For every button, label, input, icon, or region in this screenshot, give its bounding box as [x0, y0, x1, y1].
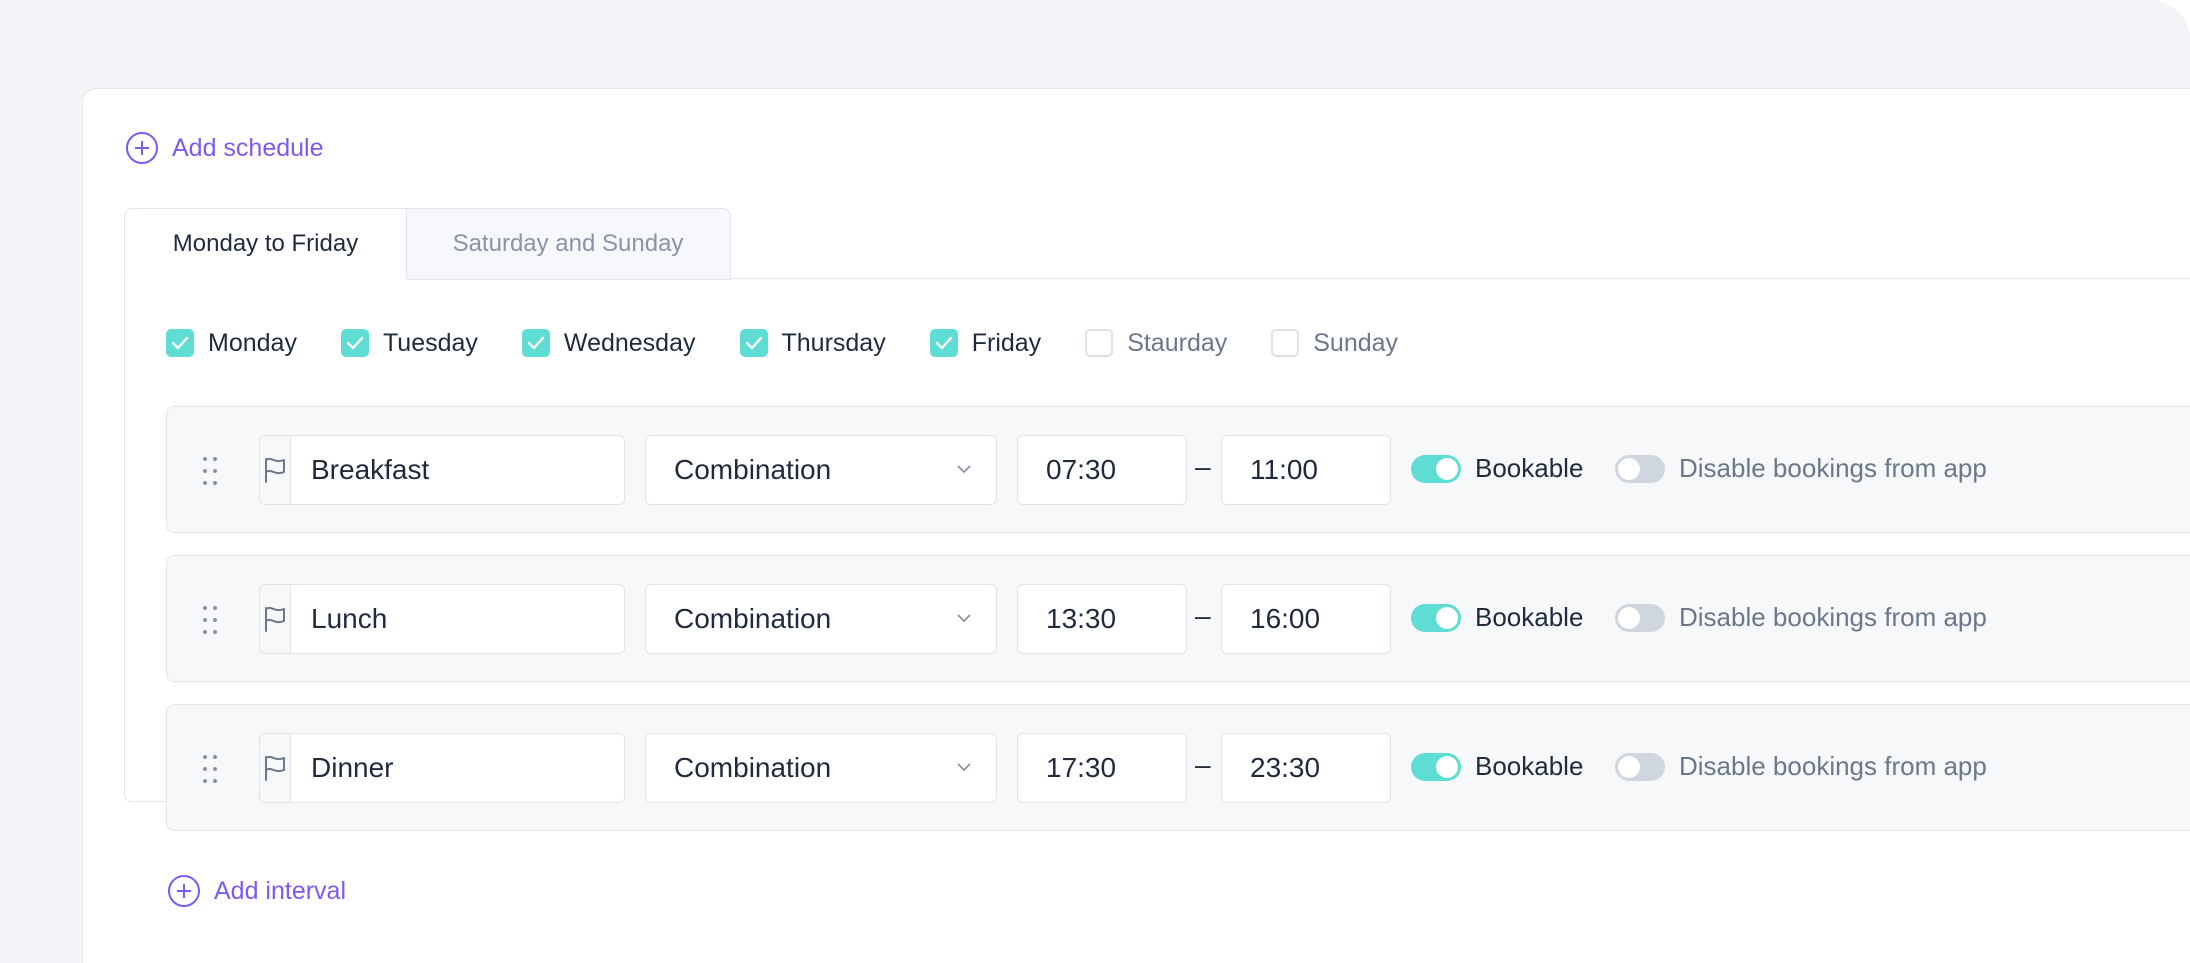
interval-name-input[interactable]: [291, 585, 672, 653]
add-interval-button[interactable]: Add interval: [168, 875, 346, 907]
flag-icon: [265, 606, 285, 632]
bookable-label: Bookable: [1475, 602, 1584, 632]
select-value: Combination: [674, 752, 832, 783]
bookable-label: Bookable: [1475, 453, 1584, 483]
interval-row-lunch: Combination – Bookable Disable bookings …: [166, 555, 2190, 682]
select-value: Combination: [674, 454, 832, 485]
disable-bookings-label: Disable bookings from app: [1679, 453, 1987, 483]
select-value: Combination: [674, 603, 832, 634]
disable-bookings-toggle[interactable]: [1615, 753, 1665, 781]
flag-button[interactable]: [260, 585, 291, 653]
day-label: Friday: [971, 328, 1042, 357]
day-label: Wednesday: [563, 328, 696, 357]
checkmark-icon: [935, 336, 952, 350]
flag-button[interactable]: [260, 436, 291, 504]
day-label: Thursday: [781, 328, 886, 357]
app-background: Add schedule Monday to Friday Saturday a…: [0, 0, 2190, 963]
time-separator: –: [1195, 749, 1211, 780]
disable-bookings-label: Disable bookings from app: [1679, 602, 1987, 632]
start-time-input[interactable]: [1017, 584, 1187, 654]
bookable-toggle[interactable]: [1411, 455, 1461, 483]
end-time-input[interactable]: [1221, 584, 1391, 654]
add-interval-label: Add interval: [214, 876, 347, 905]
interval-name-group: [259, 584, 672, 654]
bookable-toggle[interactable]: [1411, 604, 1461, 632]
tab-label: Monday to Friday: [172, 230, 359, 257]
day-label: Monday: [208, 328, 297, 357]
chevron-down-icon: [957, 465, 971, 474]
toggle-knob: [1436, 607, 1458, 629]
day-label: Sunday: [1313, 328, 1399, 357]
toggle-knob: [1436, 756, 1458, 778]
interval-name-input[interactable]: [291, 734, 672, 802]
start-time-input[interactable]: [1017, 435, 1187, 505]
day-checkbox-friday[interactable]: Friday: [929, 328, 1042, 358]
drag-handle-icon[interactable]: [203, 457, 221, 485]
interval-type-select[interactable]: Combination: [645, 435, 997, 505]
drag-handle-icon[interactable]: [203, 606, 221, 634]
disable-bookings-toggle[interactable]: [1615, 455, 1665, 483]
day-label: Staurday: [1127, 328, 1228, 357]
chevron-down-icon: [957, 763, 971, 772]
plus-circle-icon: [126, 132, 158, 164]
chevron-down-icon: [957, 614, 971, 623]
time-separator: –: [1195, 451, 1211, 482]
toggle-knob: [1436, 458, 1458, 480]
day-checkbox-tuesday[interactable]: Tuesday: [340, 328, 478, 358]
day-checkbox-sunday[interactable]: Sunday: [1271, 329, 1398, 358]
checkmark-icon: [745, 336, 762, 350]
interval-type-select[interactable]: Combination: [645, 584, 997, 654]
flag-icon: [265, 755, 285, 781]
checkmark-icon: [527, 336, 545, 350]
bookable-toggle[interactable]: [1411, 753, 1461, 781]
tab-label: Saturday and Sunday: [452, 230, 684, 257]
interval-type-select[interactable]: Combination: [645, 733, 997, 803]
checkbox[interactable]: [929, 329, 958, 357]
checkbox[interactable]: [521, 329, 550, 357]
day-checkbox-saturday[interactable]: Staurday: [1085, 329, 1227, 358]
bookable-label: Bookable: [1475, 751, 1584, 781]
checkmark-icon: [171, 336, 189, 350]
toggle-knob: [1618, 458, 1640, 480]
toggle-knob: [1618, 607, 1640, 629]
flag-icon: [265, 457, 285, 483]
start-time-input[interactable]: [1017, 733, 1187, 803]
interval-name-group: [259, 435, 672, 505]
time-separator: –: [1195, 600, 1211, 631]
interval-name-input[interactable]: [291, 436, 672, 504]
add-schedule-label: Add schedule: [172, 133, 324, 162]
day-checkbox-wednesday[interactable]: Wednesday: [521, 328, 696, 358]
end-time-input[interactable]: [1221, 435, 1391, 505]
interval-row-dinner: Combination – Bookable Disable bookings …: [166, 704, 2190, 831]
add-schedule-button[interactable]: Add schedule: [126, 132, 324, 164]
interval-name-group: [259, 733, 672, 803]
disable-bookings-toggle[interactable]: [1615, 604, 1665, 632]
toggle-knob: [1618, 756, 1640, 778]
checkbox[interactable]: [166, 329, 194, 357]
checkbox[interactable]: [340, 329, 369, 357]
interval-row-breakfast: Combination – Bookable Disable bookings …: [166, 406, 2190, 533]
day-checkbox-monday[interactable]: Monday: [166, 329, 297, 358]
drag-handle-icon[interactable]: [203, 755, 221, 783]
day-checkbox-thursday[interactable]: Thursday: [739, 328, 886, 358]
disable-bookings-label: Disable bookings from app: [1679, 751, 1987, 781]
tab-monday-to-friday[interactable]: Monday to Friday: [124, 208, 407, 280]
day-label: Tuesday: [382, 328, 478, 357]
checkbox[interactable]: [739, 329, 768, 357]
plus-circle-icon: [168, 875, 200, 907]
tab-saturday-and-sunday[interactable]: Saturday and Sunday: [406, 208, 731, 280]
checkbox[interactable]: [1085, 329, 1114, 357]
weekday-selector: Monday Tuesday Wednesday Thursday Friday…: [166, 326, 1442, 360]
checkmark-icon: [346, 336, 364, 350]
checkbox[interactable]: [1271, 329, 1300, 357]
flag-button[interactable]: [260, 734, 291, 802]
end-time-input[interactable]: [1221, 733, 1391, 803]
